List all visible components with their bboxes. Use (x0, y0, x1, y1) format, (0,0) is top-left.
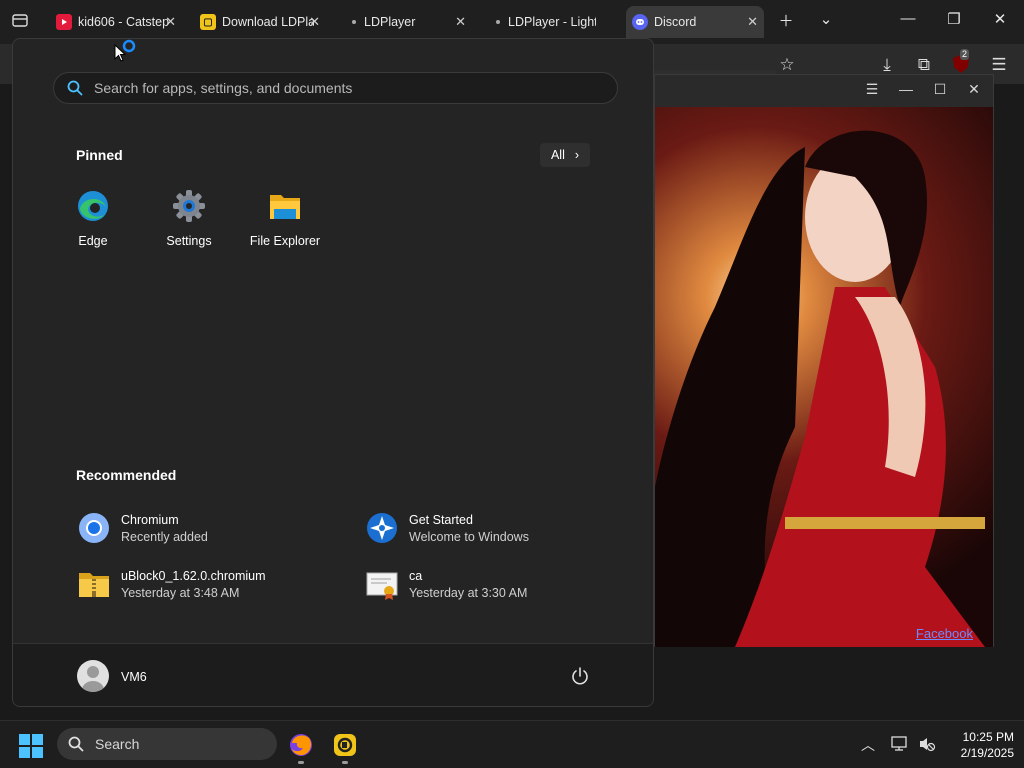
user-avatar-icon[interactable] (77, 660, 109, 692)
recommended-detail: Recently added (121, 529, 208, 544)
tab-actions-icon[interactable] (8, 12, 32, 32)
power-icon[interactable] (570, 666, 590, 686)
show-hidden-icons-chevron-icon[interactable]: ︿ (861, 735, 875, 755)
tab-ldplayer[interactable]: LDPlayer ✕ (340, 6, 472, 38)
search-icon (67, 80, 83, 96)
menu-icon[interactable]: ☰ (988, 54, 1010, 76)
get-started-icon (367, 513, 397, 543)
volume-muted-icon[interactable] (918, 736, 936, 752)
network-icon[interactable] (891, 736, 909, 752)
close-icon[interactable]: ✕ (988, 10, 1012, 28)
recommended-item-ca[interactable]: ca Yesterday at 3:30 AM (365, 567, 527, 601)
pinned-app-settings[interactable]: Settings (141, 189, 237, 248)
start-search-field[interactable] (53, 72, 618, 104)
running-indicator (298, 761, 304, 764)
pinned-heading: Pinned (76, 147, 123, 163)
folder-icon (270, 195, 300, 219)
user-name[interactable]: VM6 (121, 670, 147, 684)
discord-icon (632, 14, 648, 30)
tab-title: kid606 - Catstep (78, 15, 170, 29)
tab-list-chevron-icon[interactable]: ⌄ (814, 10, 838, 28)
chromium-icon (79, 513, 109, 543)
recommended-item-ublock[interactable]: uBlock0_1.62.0.chromium Yesterday at 3:4… (77, 567, 266, 601)
pinned-app-label: Settings (166, 234, 212, 248)
recommended-name: ca (409, 568, 423, 583)
clock-time: 10:25 PM (962, 730, 1014, 744)
facebook-link[interactable]: Facebook (916, 626, 973, 641)
taskbar: Search ︿ 10:25 PM 2/19/2025 (0, 720, 1024, 768)
extension-badge: 2 (960, 49, 970, 60)
windows-start-icon[interactable] (18, 733, 44, 759)
pinned-app-label: Edge (78, 234, 108, 248)
recommended-detail: Yesterday at 3:30 AM (409, 585, 528, 600)
pinned-app-label: File Explorer (249, 234, 321, 248)
tab-title: Discord (654, 15, 697, 29)
extensions-icon[interactable]: ⧉ (913, 54, 935, 76)
tab-kid606[interactable]: kid606 - Catstep ✕ (50, 6, 182, 38)
bookmark-star-icon[interactable]: ☆ (776, 54, 798, 76)
tab-close-icon[interactable]: ✕ (165, 14, 176, 30)
busy-spinner-icon (122, 39, 136, 53)
taskbar-clock[interactable]: 10:25 PM 2/19/2025 (944, 729, 1014, 761)
tab-close-icon[interactable]: ✕ (747, 14, 758, 30)
all-apps-label: All (550, 148, 565, 162)
anime-illustration-image: Facebook (655, 107, 993, 647)
running-indicator (342, 761, 348, 764)
restore-icon[interactable]: ❐ (942, 10, 966, 28)
certificate-icon (366, 572, 398, 600)
tab-download-ldplayer[interactable]: ▢ Download LDPla ✕ (194, 6, 326, 38)
clock-date: 2/19/2025 (960, 746, 1014, 760)
minimize-icon[interactable]: — (897, 81, 915, 97)
zip-folder-icon (79, 573, 109, 597)
tab-close-icon[interactable]: ✕ (455, 14, 466, 30)
pinned-app-file-explorer[interactable]: File Explorer (237, 189, 333, 248)
desktop-screen: kid606 - Catstep ✕ ▢ Download LDPla ✕ LD… (0, 0, 1024, 768)
recommended-item-get-started[interactable]: Get Started Welcome to Windows (365, 511, 529, 545)
ldplayer-icon[interactable] (333, 733, 357, 757)
ldplayer-icon: ▢ (200, 14, 216, 30)
recommended-name: uBlock0_1.62.0.chromium (121, 568, 266, 583)
tab-ldplayer-light[interactable]: LDPlayer - Light (484, 6, 616, 38)
firefox-icon[interactable] (289, 733, 313, 757)
recommended-heading: Recommended (76, 467, 177, 483)
pinned-app-edge[interactable]: Edge (45, 189, 141, 248)
recommended-detail: Welcome to Windows (409, 529, 529, 544)
recommended-name: Chromium (121, 512, 179, 527)
loading-dot-icon (496, 20, 500, 24)
recommended-detail: Yesterday at 3:48 AM (121, 585, 240, 600)
loading-dot-icon (352, 20, 356, 24)
image-window-titlebar: ☰ — ☐ ✕ (655, 75, 993, 107)
ublock-extension-icon[interactable]: 2 (950, 49, 972, 76)
menu-icon[interactable]: ☰ (863, 81, 881, 98)
taskbar-search-label: Search (95, 736, 140, 752)
settings-gear-icon (173, 190, 205, 222)
recommended-name: Get Started (409, 512, 473, 527)
start-user-bar: VM6 (13, 643, 653, 706)
tab-title: LDPlayer (364, 15, 416, 29)
image-popup-window: ☰ — ☐ ✕ Facebook (654, 74, 994, 647)
search-icon (68, 736, 84, 752)
close-icon[interactable]: ✕ (965, 81, 983, 98)
tab-close-icon[interactable]: ✕ (309, 14, 320, 30)
taskbar-search[interactable]: Search (57, 728, 277, 760)
start-menu: Pinned All › Edge (12, 38, 654, 707)
youtube-icon (56, 14, 72, 30)
new-tab-icon[interactable]: ＋ (774, 10, 798, 31)
tab-discord[interactable]: Discord ✕ (626, 6, 764, 38)
download-icon[interactable]: ⤓ (876, 54, 898, 76)
recommended-item-chromium[interactable]: Chromium Recently added (77, 511, 208, 545)
maximize-icon[interactable]: ☐ (931, 81, 949, 98)
edge-icon (78, 191, 108, 221)
chevron-right-icon: › (574, 148, 580, 162)
all-apps-button[interactable]: All › (540, 143, 590, 167)
minimize-icon[interactable]: — (896, 10, 920, 27)
tab-title: LDPlayer - Light (508, 15, 596, 29)
tab-title: Download LDPla (222, 15, 314, 29)
start-search-input[interactable] (94, 80, 574, 96)
